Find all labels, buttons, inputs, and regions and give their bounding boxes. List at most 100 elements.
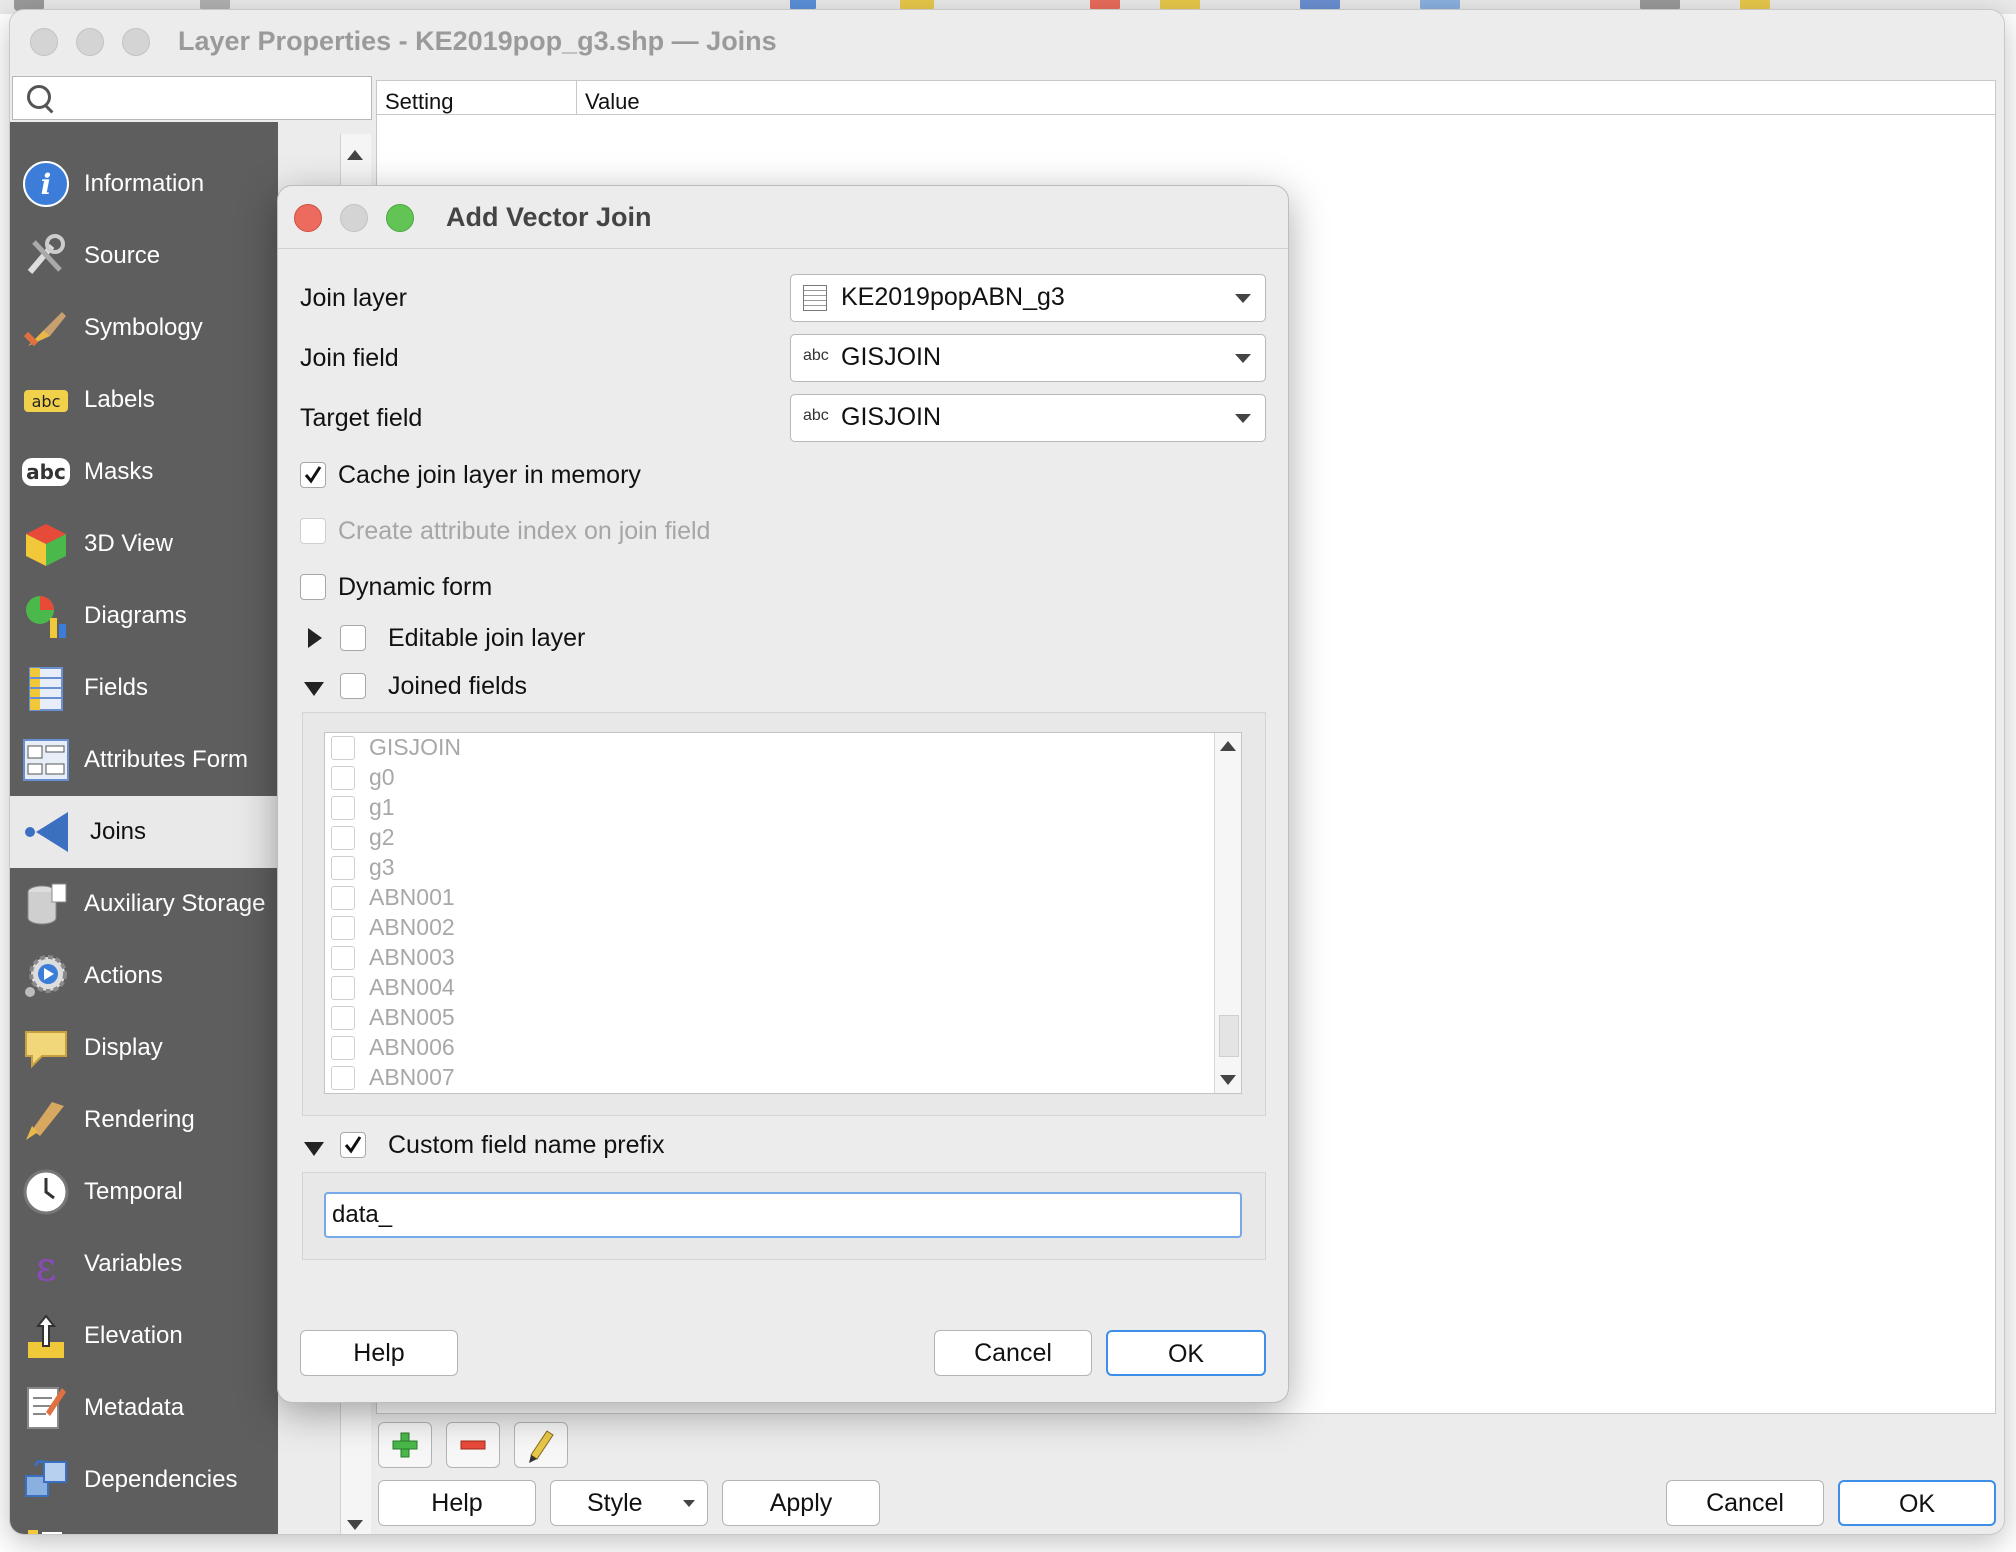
window-close-button[interactable] [30, 28, 58, 56]
sidebar-item-label: Actions [84, 962, 163, 989]
chevron-down-icon [1235, 294, 1251, 303]
join-field-select[interactable]: abc GISJOIN [790, 334, 1266, 382]
list-item: ABN007 [331, 1063, 1211, 1093]
custom-prefix-input[interactable] [324, 1192, 1242, 1238]
scroll-thumb[interactable] [1219, 1015, 1239, 1057]
minus-icon [460, 1440, 486, 1450]
cache-join-label[interactable]: Cache join layer in memory [338, 461, 641, 490]
custom-prefix-checkbox[interactable] [340, 1132, 366, 1158]
target-field-label: Target field [300, 404, 423, 432]
search-input[interactable] [61, 83, 365, 115]
cancel-button[interactable]: Cancel [1666, 1480, 1824, 1526]
editable-join-checkbox[interactable] [340, 625, 366, 651]
joined-fields-list[interactable]: GISJOIN g0 g1 g2 g3 ABN001 ABN002 ABN003… [324, 732, 1242, 1094]
sidebar-item-labels[interactable]: abc Labels [10, 364, 278, 436]
scroll-up-arrow-icon[interactable] [1220, 741, 1236, 751]
target-field-select[interactable]: abc GISJOIN [790, 394, 1266, 442]
dialog-zoom-button[interactable] [386, 204, 414, 232]
scroll-down-arrow-icon[interactable] [1220, 1075, 1236, 1085]
dynamic-form-label[interactable]: Dynamic form [338, 573, 492, 602]
cache-join-checkbox[interactable] [300, 462, 326, 488]
sidebar-item-label: Fields [84, 674, 149, 701]
dialog-ok-button[interactable]: OK [1106, 1330, 1266, 1376]
field-checkbox [331, 886, 355, 910]
list-item: g1 [331, 793, 1211, 823]
field-checkbox [331, 826, 355, 850]
sidebar-item-dependencies[interactable]: Dependencies [10, 1444, 278, 1516]
list-item: ABN005 [331, 1003, 1211, 1033]
add-join-button[interactable] [378, 1422, 432, 1468]
editable-join-label[interactable]: Editable join layer [388, 624, 585, 653]
list-item: g3 [331, 853, 1211, 883]
field-checkbox [331, 946, 355, 970]
target-field-value: GISJOIN [841, 403, 942, 431]
scroll-down-arrow-icon[interactable] [347, 1520, 363, 1530]
sidebar-item-actions[interactable]: Actions [10, 940, 278, 1012]
chevron-down-icon [683, 1500, 695, 1507]
dialog-title: Add Vector Join [446, 202, 652, 232]
style-button-label: Style [587, 1489, 643, 1517]
collapse-down-icon[interactable] [304, 682, 324, 696]
dialog-minimize-button[interactable] [340, 204, 368, 232]
window-titlebar[interactable]: Layer Properties - KE2019pop_g3.shp — Jo… [10, 10, 2004, 74]
symbology-icon [23, 312, 66, 347]
list-item: ABN003 [331, 943, 1211, 973]
sidebar-item-fields[interactable]: Fields [10, 652, 278, 724]
auxiliary-storage-icon [27, 883, 67, 925]
edit-join-button[interactable] [514, 1422, 568, 1468]
list-item: ABN004 [331, 973, 1211, 1003]
apply-button[interactable]: Apply [722, 1480, 880, 1526]
sidebar-item-display[interactable]: Display [10, 1012, 278, 1084]
sidebar-item-auxiliary-storage[interactable]: Auxiliary Storage [10, 868, 278, 940]
join-layer-select[interactable]: KE2019popABN_g3 [790, 274, 1266, 322]
remove-join-button[interactable] [446, 1422, 500, 1468]
custom-prefix-label[interactable]: Custom field name prefix [388, 1131, 665, 1160]
dynamic-form-checkbox[interactable] [300, 574, 326, 600]
sidebar: i Information Source Symbology abc Label… [10, 122, 278, 1534]
attribute-index-label: Create attribute index on join field [338, 517, 711, 545]
sidebar-item-symbology[interactable]: Symbology [10, 292, 278, 364]
collapse-down-icon[interactable] [304, 1142, 324, 1156]
search-box[interactable] [12, 76, 372, 120]
checkmark-icon [304, 466, 322, 484]
window-zoom-button[interactable] [122, 28, 150, 56]
expand-right-icon[interactable] [308, 628, 322, 648]
list-item: ABN006 [331, 1033, 1211, 1063]
sidebar-item-diagrams[interactable]: Diagrams [10, 580, 278, 652]
sidebar-item-joins[interactable]: Joins [10, 796, 278, 868]
sidebar-item-variables[interactable]: ε Variables [10, 1228, 278, 1300]
list-item: g0 [331, 763, 1211, 793]
search-icon [27, 85, 51, 109]
chevron-down-icon [1235, 414, 1251, 423]
style-button[interactable]: Style [550, 1480, 708, 1526]
fields-icon [29, 667, 63, 711]
column-header-setting[interactable]: Setting [377, 81, 577, 115]
field-checkbox [331, 766, 355, 790]
sidebar-item-temporal[interactable]: Temporal [10, 1156, 278, 1228]
ok-button[interactable]: OK [1838, 1480, 1996, 1526]
sidebar-item-label: Elevation [84, 1322, 183, 1349]
field-checkbox [331, 1006, 355, 1030]
window-minimize-button[interactable] [76, 28, 104, 56]
sidebar-item-source[interactable]: Source [10, 220, 278, 292]
sidebar-item-attributes-form[interactable]: Attributes Form [10, 724, 278, 796]
sidebar-item-label: Labels [84, 386, 155, 413]
joined-fields-label[interactable]: Joined fields [388, 672, 527, 701]
sidebar-item-3d-view[interactable]: 3D View [10, 508, 278, 580]
sidebar-item-metadata[interactable]: Metadata [10, 1372, 278, 1444]
help-button[interactable]: Help [378, 1480, 536, 1526]
joined-fields-checkbox[interactable] [340, 673, 366, 699]
svg-text:abc: abc [26, 460, 66, 484]
sidebar-item-rendering[interactable]: Rendering [10, 1084, 278, 1156]
sidebar-item-information[interactable]: i Information [10, 148, 278, 220]
sidebar-item-elevation[interactable]: Elevation [10, 1300, 278, 1372]
sidebar-item-label: Diagrams [84, 602, 187, 629]
dialog-close-button[interactable] [294, 204, 322, 232]
scroll-up-arrow-icon[interactable] [347, 150, 363, 160]
sidebar-item-masks[interactable]: abc Masks [10, 436, 278, 508]
dialog-help-button[interactable]: Help [300, 1330, 458, 1376]
column-header-value[interactable]: Value [577, 81, 1995, 115]
dialog-cancel-button[interactable]: Cancel [934, 1330, 1092, 1376]
plus-icon [392, 1432, 418, 1458]
joined-fields-scrollbar[interactable] [1214, 733, 1241, 1093]
